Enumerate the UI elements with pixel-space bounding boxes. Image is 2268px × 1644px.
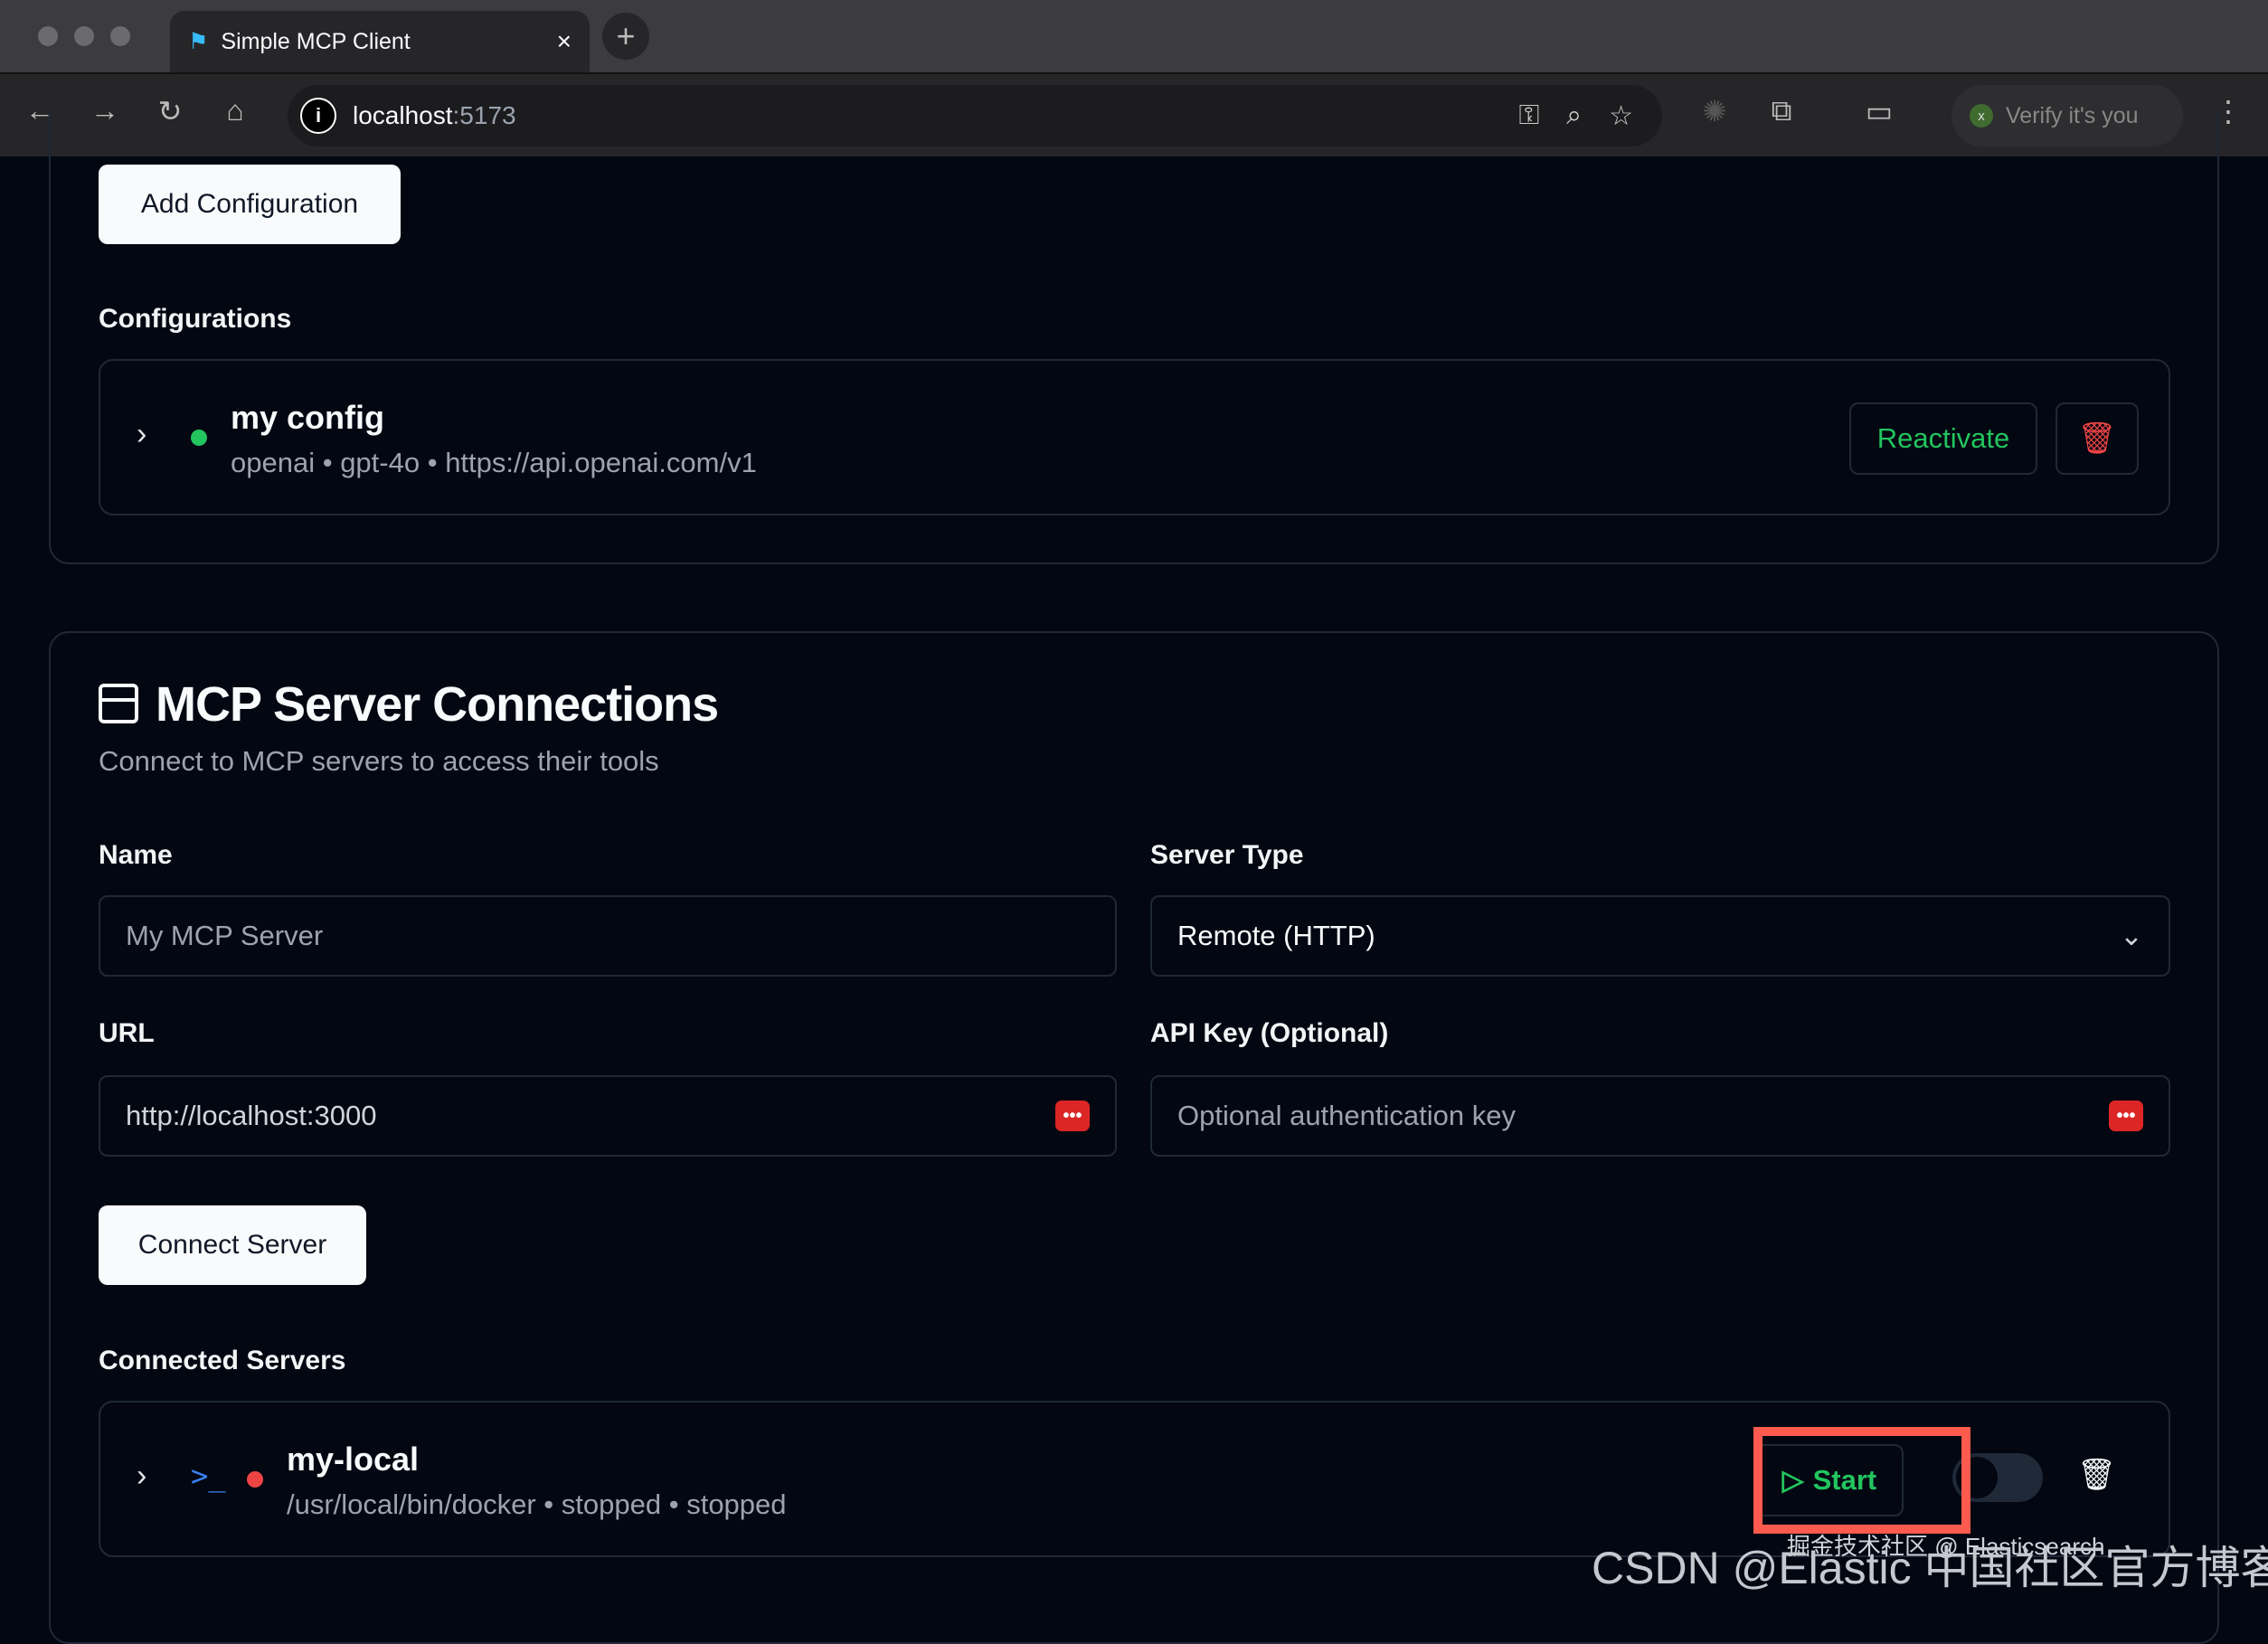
section-title: MCP Server Connections (156, 676, 718, 732)
terminal-icon: >_ (191, 1459, 226, 1493)
trash-icon: 🗑 (2077, 420, 2116, 457)
config-item: › my config openai • gpt-4o • https://ap… (99, 359, 2170, 515)
server-name: my-local (287, 1441, 419, 1479)
connect-server-button[interactable]: Connect Server (99, 1205, 366, 1285)
favicon-icon: ⚑ (188, 28, 208, 55)
password-manager-icon[interactable]: ••• (2109, 1101, 2143, 1131)
expand-chevron-icon[interactable]: › (137, 1459, 146, 1494)
config-meta: openai • gpt-4o • https://api.openai.com… (231, 447, 757, 479)
browser-tab-bar: ⚑ Simple MCP Client × + (0, 0, 2268, 72)
url-label: URL (99, 1018, 155, 1049)
close-window-button[interactable] (38, 26, 58, 46)
name-label: Name (99, 840, 173, 871)
server-icon (99, 684, 138, 723)
tab-title: Simple MCP Client (221, 29, 410, 55)
browser-tab[interactable]: ⚑ Simple MCP Client × (170, 11, 590, 72)
configurations-heading: Configurations (99, 304, 291, 335)
chevron-down-icon: ⌄ (2120, 920, 2143, 952)
reactivate-button[interactable]: Reactivate (1849, 402, 2037, 475)
delete-server-button[interactable]: 🗑 (2077, 1457, 2116, 1493)
close-tab-icon[interactable]: × (557, 27, 572, 56)
trash-icon: 🗑 (2077, 1458, 2116, 1492)
highlight-annotation (1753, 1427, 1970, 1534)
api-key-input[interactable]: Optional authentication key••• (1150, 1075, 2170, 1157)
expand-chevron-icon[interactable]: › (137, 417, 146, 452)
minimize-window-button[interactable] (74, 26, 94, 46)
add-configuration-button[interactable]: Add Configuration (99, 165, 401, 244)
server-type-label: Server Type (1150, 840, 1304, 871)
delete-config-button[interactable]: 🗑 (2055, 402, 2139, 475)
watermark: CSDN @Elastic 中国社区官方博客 (1592, 1532, 2268, 1597)
url-input[interactable]: http://localhost:3000••• (99, 1075, 1117, 1157)
status-dot (247, 1471, 263, 1488)
connected-servers-heading: Connected Servers (99, 1346, 345, 1376)
status-dot (191, 430, 207, 446)
maximize-window-button[interactable] (110, 26, 130, 46)
password-manager-icon[interactable]: ••• (1055, 1101, 1090, 1131)
section-subtitle: Connect to MCP servers to access their t… (99, 745, 659, 778)
name-input[interactable]: My MCP Server (99, 895, 1117, 977)
config-name: my config (231, 399, 384, 437)
api-key-label: API Key (Optional) (1150, 1018, 1388, 1049)
server-meta: /usr/local/bin/docker • stopped • stoppe… (287, 1488, 787, 1521)
server-type-select[interactable]: Remote (HTTP)⌄ (1150, 895, 2170, 977)
new-tab-button[interactable]: + (602, 13, 649, 60)
